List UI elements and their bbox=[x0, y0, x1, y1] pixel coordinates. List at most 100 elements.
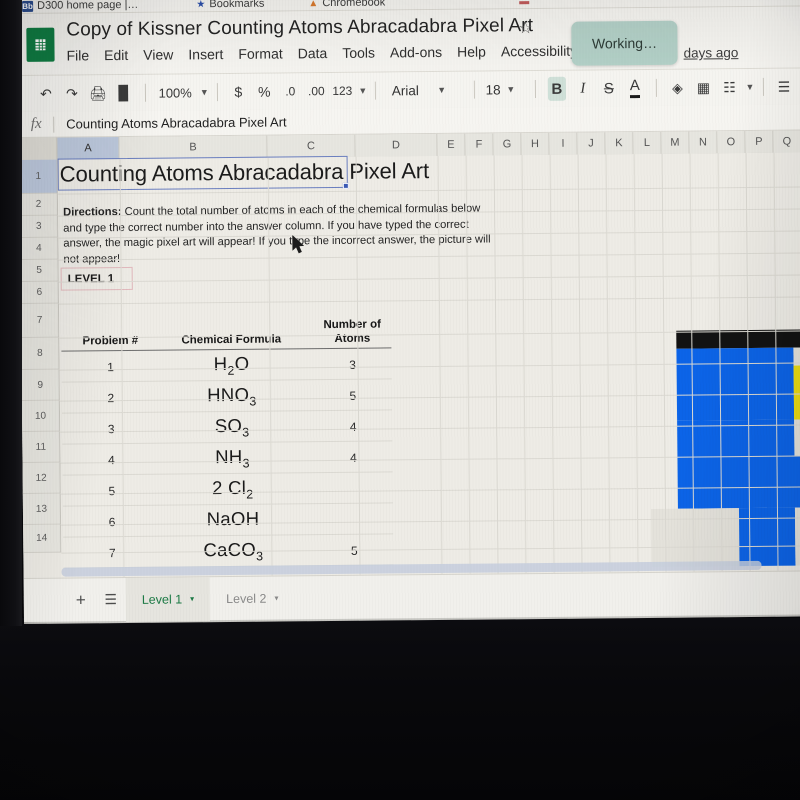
currency-button[interactable]: $ bbox=[225, 79, 251, 105]
cell-problem-number[interactable]: 3 bbox=[68, 422, 154, 437]
cell-number-of-atoms[interactable]: 4 bbox=[312, 450, 394, 465]
row-header-5[interactable]: 5 bbox=[20, 259, 59, 282]
bold-button[interactable]: B bbox=[547, 76, 566, 101]
table-row[interactable]: 4 NH3 4 bbox=[62, 441, 394, 476]
column-header-m[interactable]: M bbox=[661, 131, 690, 154]
cell-problem-number[interactable]: 5 bbox=[69, 484, 155, 499]
bookmark-item[interactable]: ★ Bookmarks bbox=[196, 0, 264, 10]
document-title[interactable]: Copy of Kissner Counting Atoms Abracadab… bbox=[66, 15, 533, 41]
chevron-down-icon[interactable]: ▾ bbox=[274, 594, 278, 603]
cell-number-of-atoms[interactable]: 3 bbox=[311, 357, 393, 372]
row-header-9[interactable]: 9 bbox=[21, 369, 60, 401]
column-header-c[interactable]: C bbox=[267, 134, 356, 158]
column-header-q[interactable]: Q bbox=[773, 130, 800, 153]
row-header-8[interactable]: 8 bbox=[21, 337, 60, 370]
redo-icon[interactable]: ↷ bbox=[59, 80, 85, 106]
row-header-1[interactable]: 1 bbox=[19, 159, 58, 194]
bookmark-item[interactable]: ▲ Chromebook bbox=[308, 0, 385, 9]
cell-number-of-atoms[interactable] bbox=[313, 481, 395, 482]
menu-help[interactable]: Help bbox=[457, 44, 486, 60]
column-header-d[interactable]: D bbox=[355, 133, 438, 157]
table-row[interactable]: 5 2 Cl2 bbox=[62, 472, 395, 507]
chevron-down-icon[interactable]: ▾ bbox=[190, 594, 194, 603]
align-icon[interactable]: ☰ bbox=[771, 74, 797, 100]
sheet-tab-level-2[interactable]: Level 2 ▾ bbox=[210, 576, 295, 621]
merge-cells-icon[interactable]: ☷ bbox=[716, 74, 742, 100]
cell-chemical-formula[interactable]: H2O bbox=[157, 352, 305, 378]
menu-tools[interactable]: Tools bbox=[342, 45, 375, 61]
column-header-o[interactable]: O bbox=[717, 131, 746, 154]
column-header-f[interactable]: F bbox=[465, 133, 494, 156]
chevron-down-icon[interactable]: ▼ bbox=[358, 86, 367, 96]
table-row[interactable]: 2 HNO3 5 bbox=[61, 379, 394, 414]
column-header-e[interactable]: E bbox=[437, 133, 466, 156]
menu-data[interactable]: Data bbox=[298, 45, 328, 61]
paint-format-icon[interactable]: ▉ bbox=[111, 80, 137, 106]
spreadsheet-grid[interactable]: ABCDEFGHIJKLMNOPQ 1 2 3 4 5 6 7 8 9 10 11 12 13 14 Co… bbox=[19, 130, 800, 578]
row-header-11[interactable]: 11 bbox=[22, 431, 61, 463]
cell-number-of-atoms[interactable]: 5 bbox=[312, 388, 394, 403]
row-header-10[interactable]: 10 bbox=[21, 400, 61, 432]
font-family-select[interactable]: Arial bbox=[384, 83, 435, 98]
menu-file[interactable]: File bbox=[66, 47, 89, 63]
cell-chemical-formula[interactable]: 2 Cl2 bbox=[159, 476, 307, 502]
cells-area[interactable]: Counting Atoms Abracadabra Pixel Art Dir… bbox=[57, 152, 800, 578]
plus-icon[interactable]: + bbox=[66, 590, 96, 610]
menu-add-ons[interactable]: Add-ons bbox=[390, 44, 442, 60]
cell-problem-number[interactable]: 1 bbox=[68, 360, 154, 375]
undo-icon[interactable]: ↶ bbox=[33, 81, 59, 107]
text-color-button[interactable]: A bbox=[630, 77, 640, 98]
table-row[interactable]: 1 H2O 3 bbox=[61, 348, 393, 383]
column-header-k[interactable]: K bbox=[605, 132, 634, 155]
cell-number-of-atoms[interactable]: 4 bbox=[312, 419, 394, 434]
column-header-i[interactable]: I bbox=[549, 132, 578, 155]
print-icon[interactable]: 🖨 bbox=[85, 80, 111, 106]
increase-decimal-button[interactable]: .00 bbox=[303, 78, 329, 104]
google-sheets-icon[interactable] bbox=[26, 27, 55, 62]
italic-button[interactable]: I bbox=[570, 75, 596, 101]
column-header-g[interactable]: G bbox=[493, 133, 522, 156]
strikethrough-button[interactable]: S bbox=[596, 75, 622, 101]
menu-insert[interactable]: Insert bbox=[188, 46, 223, 62]
menu-edit[interactable]: Edit bbox=[104, 47, 128, 63]
menu-view[interactable]: View bbox=[143, 47, 173, 63]
column-header-n[interactable]: N bbox=[689, 131, 718, 154]
menu-bar[interactable]: File Edit View Insert Format Data Tools … bbox=[66, 43, 577, 64]
chevron-down-icon[interactable]: ▼ bbox=[200, 87, 209, 97]
row-header-12[interactable]: 12 bbox=[22, 462, 61, 494]
menu-format[interactable]: Format bbox=[238, 45, 282, 61]
row-header-3[interactable]: 3 bbox=[20, 215, 59, 238]
cell-chemical-formula[interactable]: NaOH bbox=[159, 507, 307, 530]
cell-chemical-formula[interactable]: SO3 bbox=[158, 414, 306, 440]
column-header-p[interactable]: P bbox=[745, 130, 774, 154]
formula-input[interactable]: Counting Atoms Abracadabra Pixel Art bbox=[54, 114, 287, 131]
all-sheets-icon[interactable]: ☰ bbox=[96, 591, 126, 608]
zoom-level[interactable]: 100% bbox=[153, 85, 196, 100]
cell-problem-number[interactable]: 2 bbox=[68, 391, 154, 406]
cell-chemical-formula[interactable]: NH3 bbox=[158, 445, 306, 471]
borders-icon[interactable]: ▦ bbox=[690, 74, 716, 100]
bookmark-item[interactable]: Bb D300 home page |… bbox=[22, 0, 138, 12]
row-header-2[interactable]: 2 bbox=[19, 193, 59, 216]
chevron-down-icon[interactable]: ▼ bbox=[745, 82, 754, 92]
column-header-b[interactable]: B bbox=[119, 135, 268, 160]
table-row[interactable]: 3 SO3 4 bbox=[62, 410, 394, 445]
row-header-4[interactable]: 4 bbox=[20, 237, 59, 260]
chevron-down-icon[interactable]: ▼ bbox=[437, 85, 446, 95]
cell-problem-number[interactable]: 6 bbox=[69, 515, 155, 530]
chevron-down-icon[interactable]: ▼ bbox=[506, 84, 515, 94]
table-row[interactable]: 6 NaOH bbox=[62, 503, 395, 538]
star-outline-icon[interactable]: ☆ bbox=[518, 18, 533, 38]
fill-color-icon[interactable]: ◈ bbox=[664, 75, 690, 101]
column-header-j[interactable]: J bbox=[577, 132, 606, 155]
row-header-6[interactable]: 6 bbox=[20, 281, 59, 304]
menu-accessibility[interactable]: Accessibility bbox=[501, 43, 577, 60]
row-header-7[interactable]: 7 bbox=[20, 303, 60, 338]
sheet-tab-level-1[interactable]: Level 1 ▾ bbox=[125, 576, 211, 622]
last-edit-link[interactable]: days ago bbox=[684, 45, 739, 61]
cell-level-1[interactable]: LEVEL 1 bbox=[60, 266, 133, 291]
column-header-h[interactable]: H bbox=[521, 132, 550, 156]
select-all-corner[interactable] bbox=[19, 137, 58, 160]
cell-number-of-atoms[interactable] bbox=[313, 512, 395, 513]
number-format-button[interactable]: 123 bbox=[329, 78, 355, 104]
